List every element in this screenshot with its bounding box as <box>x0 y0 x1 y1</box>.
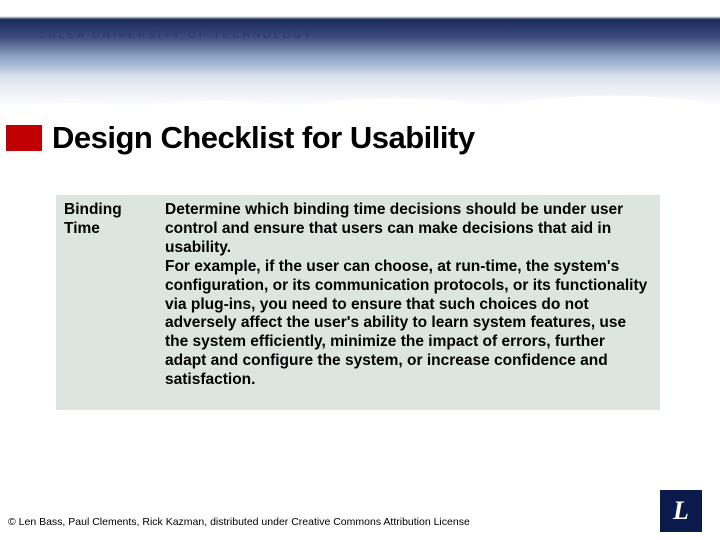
university-name: LULEÅ UNIVERSITY OF TECHNOLOGY <box>40 30 314 41</box>
snow-decoration <box>0 80 720 114</box>
header-banner: LULEÅ UNIVERSITY OF TECHNOLOGY <box>0 0 720 108</box>
logo-letter: L <box>673 496 689 526</box>
attribution-footer: © Len Bass, Paul Clements, Rick Kazman, … <box>8 516 470 528</box>
title-bullet-icon <box>6 125 42 151</box>
table-right-content: Determine which binding time decisions s… <box>161 195 660 410</box>
table-paragraph-2: For example, if the user can choose, at … <box>165 258 650 390</box>
university-logo: L <box>660 490 702 532</box>
table-paragraph-1: Determine which binding time decisions s… <box>165 201 650 258</box>
table-left-heading: Binding Time <box>56 195 161 410</box>
slide-title: Design Checklist for Usability <box>52 120 475 156</box>
title-row: Design Checklist for Usability <box>0 120 720 156</box>
content-table: Binding Time Determine which binding tim… <box>56 195 660 410</box>
